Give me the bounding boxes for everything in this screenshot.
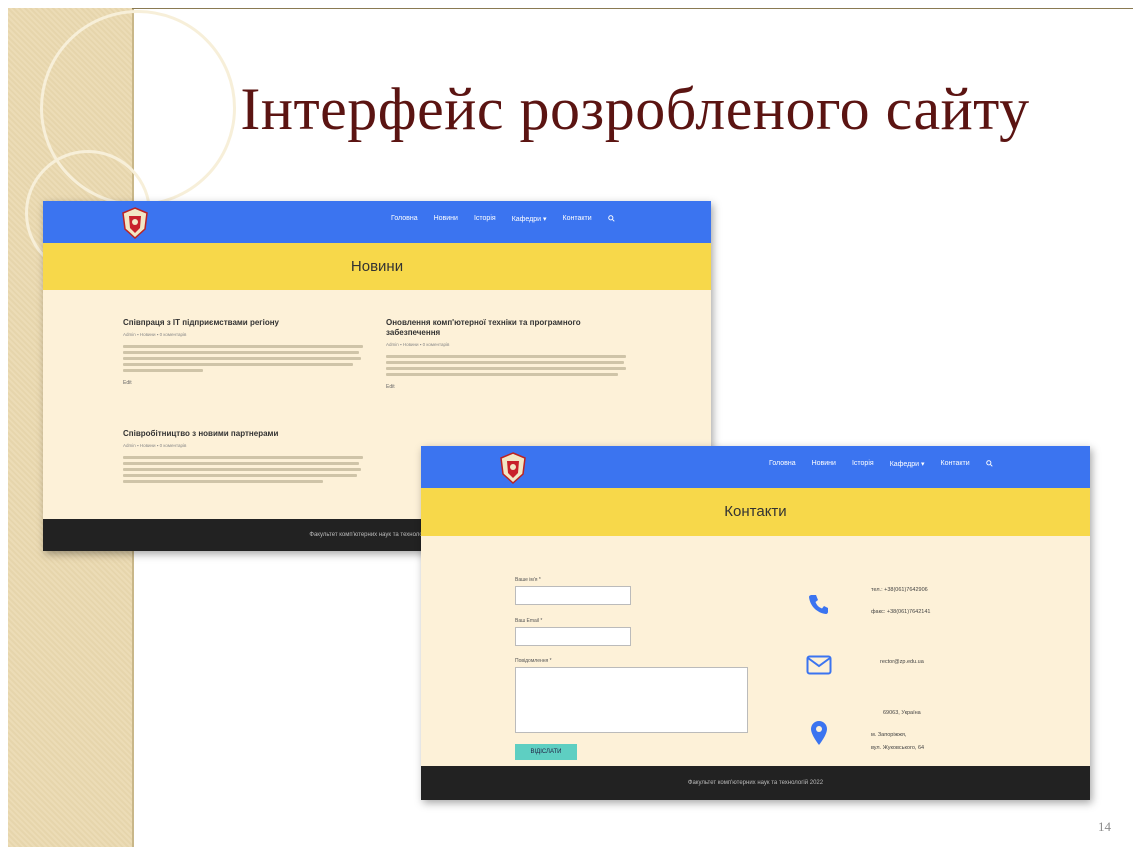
- post-excerpt: [386, 355, 626, 376]
- menu-item-departments[interactable]: Кафедри ▾: [512, 215, 547, 223]
- post-title[interactable]: Співпраця з IT підприємствами регіону: [123, 318, 363, 328]
- email-label: Ваш Email *: [515, 618, 543, 624]
- main-menu: Головна Новини Історія Кафедри ▾ Контакт…: [391, 215, 615, 223]
- menu-item-history[interactable]: Історія: [474, 215, 496, 223]
- edit-link[interactable]: Edit: [386, 384, 626, 390]
- fax-number: факс: +38(061)7642141: [871, 609, 931, 615]
- search-icon[interactable]: [607, 215, 615, 222]
- menu-item-contacts[interactable]: Контакти: [941, 460, 970, 468]
- page-banner: Новини: [43, 243, 711, 290]
- post-meta: Admin ▪ Новини ▪ 0 коментарів: [386, 342, 450, 347]
- address-line-2: м. Запоріжжя,: [871, 732, 907, 738]
- page-banner: Контакти: [421, 488, 1090, 536]
- navbar: Головна Новини Історія Кафедри ▾ Контакт…: [421, 446, 1090, 488]
- post-title[interactable]: Оновлення комп'ютерної техніки та програ…: [386, 318, 626, 338]
- location-pin-icon: [811, 721, 827, 745]
- page-number: 14: [1098, 819, 1111, 834]
- menu-item-contacts[interactable]: Контакти: [563, 215, 592, 223]
- address-line-1: 69063, Україна: [883, 710, 921, 716]
- name-label: Ваше ім'я *: [515, 577, 541, 583]
- email-field[interactable]: [515, 627, 631, 646]
- submit-button[interactable]: ВІДІСЛАТИ: [515, 744, 577, 760]
- news-post: Оновлення комп'ютерної техніки та програ…: [386, 318, 626, 390]
- main-menu: Головна Новини Історія Кафедри ▾ Контакт…: [769, 460, 993, 468]
- phone-icon: [809, 595, 828, 614]
- edit-link[interactable]: Edit: [123, 380, 363, 386]
- university-logo-icon: [500, 452, 526, 484]
- message-textarea[interactable]: [515, 667, 748, 733]
- post-excerpt: [123, 345, 363, 372]
- post-title[interactable]: Співробітництво з новими партнерами: [123, 429, 363, 439]
- email-address: rector@zp.edu.ua: [880, 659, 924, 665]
- slide-title: Інтерфейс розробленого сайту: [240, 76, 1030, 142]
- search-icon[interactable]: [985, 460, 993, 467]
- menu-item-home[interactable]: Головна: [391, 215, 418, 223]
- news-post: Співпраця з IT підприємствами регіону Ad…: [123, 318, 363, 386]
- name-field[interactable]: [515, 586, 631, 605]
- message-label: Повідомлення *: [515, 658, 552, 664]
- top-rule: [132, 8, 1133, 9]
- post-excerpt: [123, 456, 363, 483]
- news-post: Співробітництво з новими партнерами Admi…: [123, 429, 363, 486]
- menu-item-departments[interactable]: Кафедри ▾: [890, 460, 925, 468]
- phone-number: тел.: +38(061)7642906: [871, 587, 928, 593]
- menu-item-news[interactable]: Новини: [812, 460, 836, 468]
- footer: Факультет комп'ютерних наук та технологі…: [421, 766, 1090, 800]
- menu-item-news[interactable]: Новини: [434, 215, 458, 223]
- envelope-icon: [806, 655, 832, 675]
- presentation-slide: Інтерфейс розробленого сайту Головна Нов…: [0, 0, 1133, 847]
- menu-item-history[interactable]: Історія: [852, 460, 874, 468]
- contacts-page-screenshot: Головна Новини Історія Кафедри ▾ Контакт…: [421, 446, 1090, 800]
- post-meta: Admin ▪ Новини ▪ 0 коментарів: [123, 443, 187, 448]
- navbar: Головна Новини Історія Кафедри ▾ Контакт…: [43, 201, 711, 243]
- banner-title: Новини: [350, 258, 404, 275]
- banner-title: Контакти: [724, 503, 787, 520]
- menu-item-home[interactable]: Головна: [769, 460, 796, 468]
- university-logo-icon: [122, 207, 148, 239]
- address-line-3: вул. Жуковського, 64: [871, 745, 925, 751]
- post-meta: Admin ▪ Новини ▪ 0 коментарів: [123, 332, 187, 337]
- footer-text: Факультет комп'ютерних наук та технологі…: [687, 780, 824, 786]
